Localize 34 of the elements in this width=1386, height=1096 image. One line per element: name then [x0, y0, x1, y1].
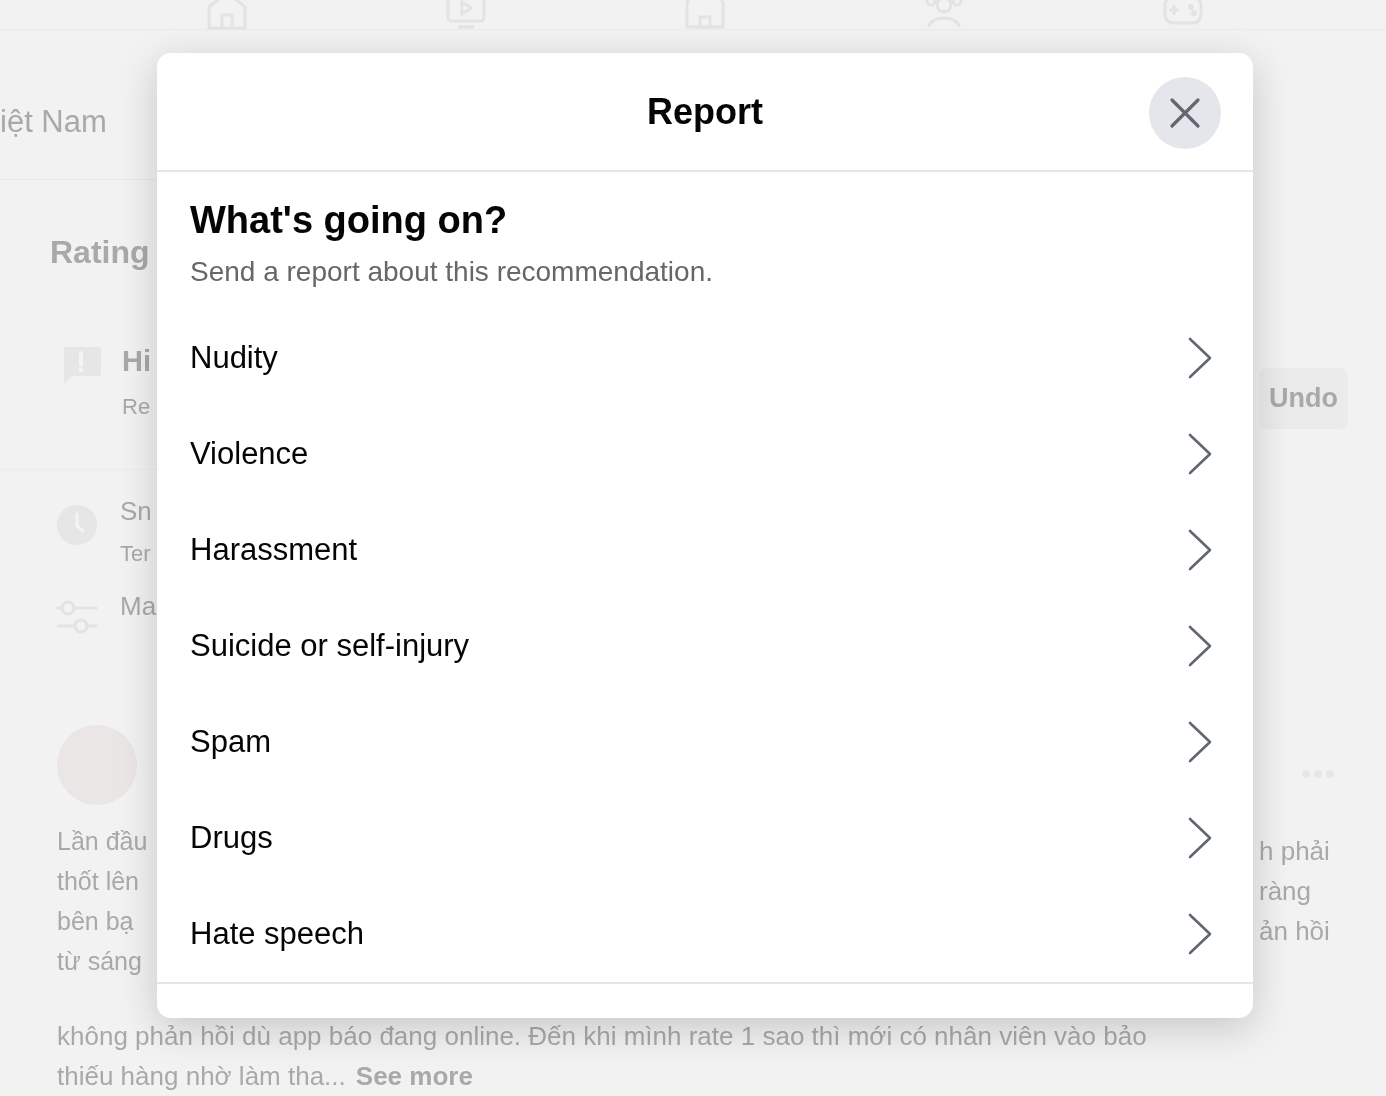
report-option[interactable]: Hate speech: [157, 886, 1253, 982]
report-option[interactable]: Drugs: [157, 790, 1253, 886]
review-text-line: thốt lên: [57, 866, 140, 897]
review-text-line: không phản hồi dù app báo đang online. Đến khi mình rate 1 sao thì mới có nhân viên vào bảo: [57, 1020, 1148, 1053]
review-text-line: bên bạ: [57, 906, 135, 937]
chevron-right-icon: [1187, 625, 1213, 667]
notice-title: Hi: [122, 344, 151, 379]
notice-subtitle: Re: [122, 392, 151, 421]
option-subtitle: Ter: [120, 540, 152, 568]
dialog-heading: What's going on?: [190, 198, 509, 243]
review-text-line: thiếu hàng nhờ làm tha...: [57, 1060, 346, 1093]
dialog-subtitle: Send a report about this recommendation.: [190, 255, 714, 289]
report-option[interactable]: Nudity: [157, 310, 1253, 406]
chevron-right-icon: [1187, 529, 1213, 571]
review-text-line: h phải: [1258, 834, 1331, 868]
dialog-title: Report: [647, 89, 763, 134]
report-option[interactable]: Violence: [157, 406, 1253, 502]
option-title: Ma: [120, 590, 157, 623]
close-icon: [1169, 97, 1201, 129]
review-text-line: ràng: [1258, 874, 1313, 908]
review-text-line: ản hồi: [1258, 914, 1331, 948]
chevron-right-icon: [1187, 913, 1213, 955]
report-option[interactable]: Suicide or self-injury: [157, 598, 1253, 694]
review-text-line: từ sáng: [57, 946, 143, 977]
chevron-right-icon: [1187, 337, 1213, 379]
location-text: iệt Nam: [0, 103, 107, 142]
report-option[interactable]: Spam: [157, 694, 1253, 790]
review-text-line: Lần đầu: [57, 826, 149, 857]
chevron-right-icon: [1187, 433, 1213, 475]
chevron-right-icon: [1187, 721, 1213, 763]
report-option[interactable]: Harassment: [157, 502, 1253, 598]
option-title: Sn: [120, 495, 152, 528]
section-title: Rating: [50, 234, 150, 270]
chevron-right-icon: [1187, 817, 1213, 859]
